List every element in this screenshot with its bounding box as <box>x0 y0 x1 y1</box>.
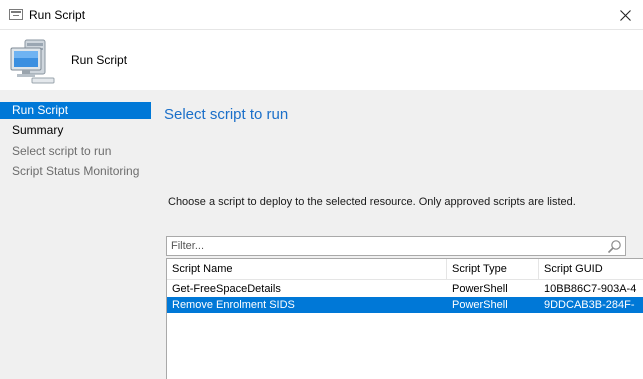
filter-box <box>166 236 626 256</box>
sidebar-item-select-script[interactable]: Select script to run <box>0 143 151 160</box>
cell-script-guid: 10BB86C7-903A-4 <box>544 283 637 295</box>
table-row-selected[interactable]: Remove Enrolment SIDS PowerShell 9DDCAB3… <box>167 297 643 313</box>
sidebar-item-summary[interactable]: Summary <box>0 122 151 139</box>
cell-script-name: Remove Enrolment SIDS <box>172 299 295 311</box>
cell-script-type: PowerShell <box>452 299 508 311</box>
table-row[interactable]: Get-FreeSpaceDetails PowerShell 10BB86C7… <box>167 281 643 297</box>
column-header-script-guid[interactable]: Script GUID <box>539 259 643 280</box>
page-description: Choose a script to deploy to the selecte… <box>168 196 576 208</box>
column-header-script-name[interactable]: Script Name <box>167 259 447 280</box>
wizard-sidebar: Run Script Summary Select script to run … <box>0 90 151 379</box>
title-bar: Run Script <box>0 0 643 30</box>
search-icon[interactable] <box>607 239 622 254</box>
scripts-table: Script Name Script Type Script GUID Get-… <box>166 258 643 379</box>
cell-script-guid: 9DDCAB3B-284F- <box>544 299 635 311</box>
sidebar-item-run-script[interactable]: Run Script <box>0 102 151 119</box>
main-panel: Select script to run Choose a script to … <box>151 90 643 379</box>
wizard-header: Run Script <box>0 30 643 90</box>
close-button[interactable] <box>607 0 643 30</box>
cell-script-name: Get-FreeSpaceDetails <box>172 283 281 295</box>
filter-input[interactable] <box>169 238 603 254</box>
computer-icon <box>10 39 55 84</box>
window-title: Run Script <box>29 8 86 22</box>
header-title: Run Script <box>71 53 128 67</box>
table-header: Script Name Script Type Script GUID <box>167 259 643 280</box>
window-icon <box>9 9 23 20</box>
page-title: Select script to run <box>164 106 289 123</box>
close-icon <box>619 9 631 21</box>
cell-script-type: PowerShell <box>452 283 508 295</box>
column-header-script-type[interactable]: Script Type <box>447 259 539 280</box>
sidebar-item-script-status[interactable]: Script Status Monitoring <box>0 163 151 180</box>
